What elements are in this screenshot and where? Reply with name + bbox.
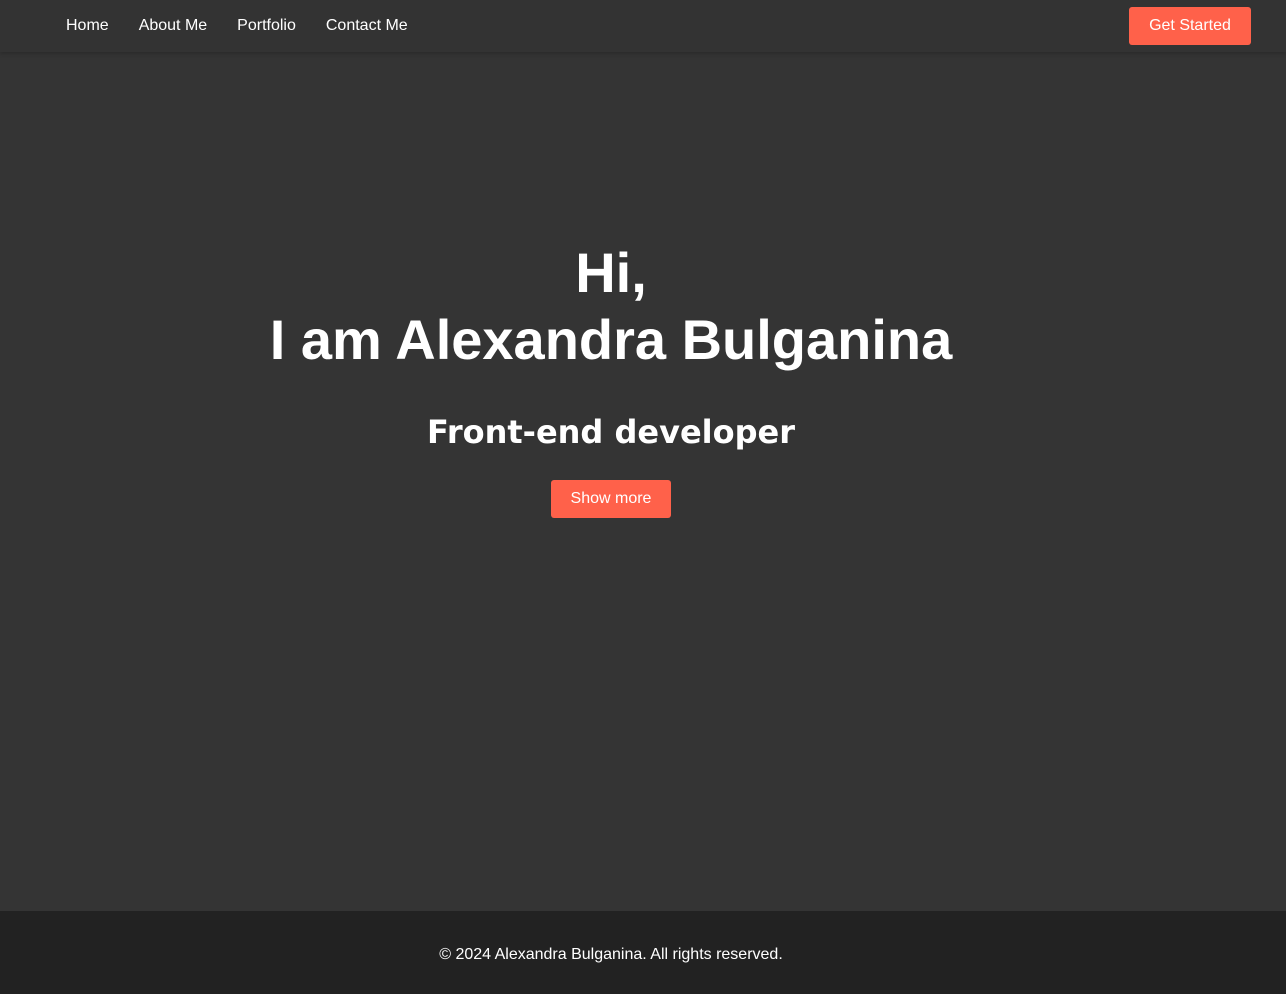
top-navbar: Home About Me Portfolio Contact Me Get S… <box>0 0 1286 52</box>
nav-link-home[interactable]: Home <box>66 17 109 34</box>
nav-item-contact-me: Contact Me <box>326 17 408 35</box>
show-more-button[interactable]: Show more <box>551 480 671 518</box>
site-footer: © 2024 Alexandra Bulganina. All rights r… <box>0 911 1286 994</box>
nav-item-about-me: About Me <box>139 17 207 35</box>
nav-item-portfolio: Portfolio <box>237 17 296 35</box>
hero-greeting: Hi, <box>575 241 647 304</box>
nav-link-contact-me[interactable]: Contact Me <box>326 17 408 34</box>
nav-link-about-me[interactable]: About Me <box>139 17 207 34</box>
nav-links: Home About Me Portfolio Contact Me <box>66 0 408 52</box>
nav-link-portfolio[interactable]: Portfolio <box>237 17 296 34</box>
footer-copyright: © 2024 Alexandra Bulganina. All rights r… <box>439 946 783 963</box>
get-started-button[interactable]: Get Started <box>1129 7 1251 45</box>
nav-item-home: Home <box>66 17 109 35</box>
hero-section: Hi, I am Alexandra Bulganina Front-end d… <box>0 52 1222 910</box>
hero-headline: I am Alexandra Bulganina <box>269 308 953 371</box>
hero-title: Hi, I am Alexandra Bulganina <box>0 239 1222 373</box>
hero-role: Front-end developer <box>427 413 795 451</box>
